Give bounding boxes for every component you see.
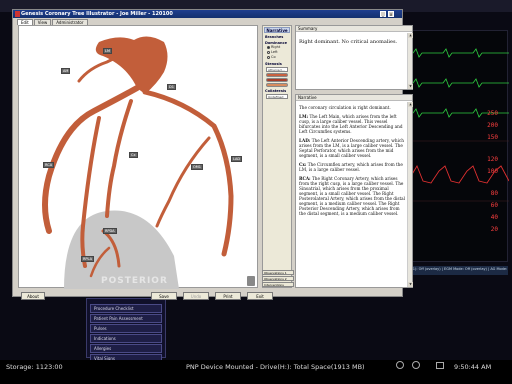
menu-item-indications[interactable]: Indications [90,334,162,343]
observations-1-button[interactable]: Observations 1 [262,270,294,275]
undo-button[interactable]: Undo [183,292,209,300]
collaterals-select[interactable]: Undefined [266,94,288,99]
procedure-menu: Procedure Checklist Patient Pain Assessm… [86,298,166,363]
sinoatrial-branch [77,54,121,83]
narrative-text[interactable]: The coronary circulation is right domina… [299,105,406,220]
scroll-up-icon[interactable]: ▲ [408,102,413,107]
stenosis-label: Stenosis [265,62,282,66]
save-button[interactable]: Save [151,292,177,300]
coronary-tree-window: Genesis Coronary Tree Illustrator - Joe … [12,9,413,300]
about-button[interactable]: About [21,292,45,300]
minimize-button[interactable]: _ [380,11,386,17]
branches-label: Branches [265,35,284,39]
dominance-left-label: Left [271,50,278,54]
narrative-paragraph-rca: RCA: The Right Coronary Artery, which ar… [299,176,406,216]
device-icon [396,361,404,369]
monitor-mode-bar: ECG(1): Off (overlay) | EGM Mode: Off (o… [402,266,508,275]
radio-on-icon [267,45,270,49]
menu-item-pulses[interactable]: Pulses [90,324,162,333]
dominance-right-label: Right [271,45,281,49]
paragraph-text: The Left Main, which arises from the lef… [299,114,403,134]
coronary-tree-svg [42,36,234,289]
radio-off-icon [267,50,270,54]
close-button[interactable]: x [388,11,394,17]
vessel-label-rca[interactable]: RCA [43,162,55,168]
vital-scale-6: 80 [490,190,498,197]
controls-panel: Narrative Branches Dominance Right Left … [262,25,292,288]
vital-scale-4: 120 [487,156,498,163]
stenosis-select[interactable]: Atheroscl... [266,67,288,72]
narrative-paragraph-lad: LAD: The Left Anterior Descending artery… [299,138,406,158]
vessel-label-lm[interactable]: LM [103,48,112,54]
narrative-header: Narrative [264,27,290,33]
vital-scale-9: 20 [490,226,498,233]
vessel-label-rpda[interactable]: RPDA [103,228,117,234]
vessel-label-rpla[interactable]: RPLA [81,256,94,262]
status-bar: Storage: 1123:00 PNP Device Mounted - Dr… [0,360,512,384]
vital-scale-1: 250 [487,110,498,117]
vital-scale-7: 60 [490,202,498,209]
summary-title: Summary [296,26,412,32]
power-icon [412,361,420,369]
summary-text[interactable]: Right dominant. No critical anomalies. [299,39,403,45]
vessel-label-cx[interactable]: Cx [129,152,138,158]
vessel-label-d1[interactable]: D1 [167,84,176,90]
narrative-paragraph-cx: Cx: The Circumflex artery, which arises … [299,162,406,172]
narrative-title: Narrative [296,95,412,101]
view-orientation-label: POSTERIOR [101,276,168,286]
vital-scale-2: 200 [487,122,498,129]
narrative-paragraph-lm: LM: The Left Main, which arises from the… [299,114,406,134]
scroll-down-icon[interactable]: ▼ [408,282,413,287]
vessel-swatch-3[interactable] [266,83,288,87]
summary-panel: Summary Right dominant. No critical anom… [295,25,413,90]
vital-scale-3: 150 [487,134,498,141]
battery-icon [436,362,444,369]
vessel-label-lad[interactable]: LAD [231,156,243,162]
observations-2-button[interactable]: Observations 2 [262,276,294,281]
dominance-co-label: Co [271,55,276,59]
observations-group: Observations 1 Observations 2 Interventi… [262,270,294,290]
menu-item-allergies[interactable]: Allergies [90,344,162,353]
circumflex-artery [105,99,133,218]
vital-scale-5: 100 [487,168,498,175]
paragraph-text: The Right Coronary Artery, which arises … [299,176,406,216]
acute-marginal [155,136,211,228]
print-button[interactable]: Print [215,292,241,300]
aortic-root [95,36,168,94]
app-icon [15,11,20,17]
trash-icon[interactable] [247,276,255,286]
collaterals-label: Collaterals [265,89,287,93]
vessel-label-om1[interactable]: OM1 [191,164,204,170]
summary-scrollbar[interactable]: ▲ ▼ [407,33,413,89]
vital-scale-8: 40 [490,214,498,221]
scroll-down-icon[interactable]: ▼ [408,84,413,89]
exit-button[interactable]: Exit [247,292,273,300]
right-coronary-artery [142,89,234,257]
clock-time: 9:50:44 AM [454,363,492,371]
device-status: PNP Device Mounted - Drive(H:): Total Sp… [186,363,365,371]
dominance-co-radio[interactable]: Co [263,55,291,60]
vessel-swatch-2[interactable] [266,78,288,82]
menu-item-pain-assessment[interactable]: Patient Pain Assessment [90,314,162,323]
storage-status: Storage: 1123:00 [6,363,63,371]
interventions-button[interactable]: Interventions [262,282,294,287]
menu-item-procedure-checklist[interactable]: Procedure Checklist [90,304,162,313]
narrative-panel: Narrative The coronary circulation is ri… [295,94,413,288]
vessel-label-am[interactable]: AM [61,68,71,74]
paragraph-text: The Circumflex artery, which arises from… [299,162,403,172]
window-title: Genesis Coronary Tree Illustrator - Joe … [13,10,402,18]
scroll-up-icon[interactable]: ▲ [408,33,413,38]
coronary-diagram-canvas[interactable]: LM LAD Cx RCA AM D1 OM1 RPDA RPLA POSTER… [18,25,258,289]
radio-off-icon [267,55,270,59]
narrative-scrollbar[interactable]: ▲ ▼ [407,102,413,287]
narrative-intro: The coronary circulation is right domina… [299,105,391,110]
paragraph-text: The Left Anterior Descending artery, whi… [299,138,404,158]
vessel-swatch-1[interactable] [266,73,288,77]
